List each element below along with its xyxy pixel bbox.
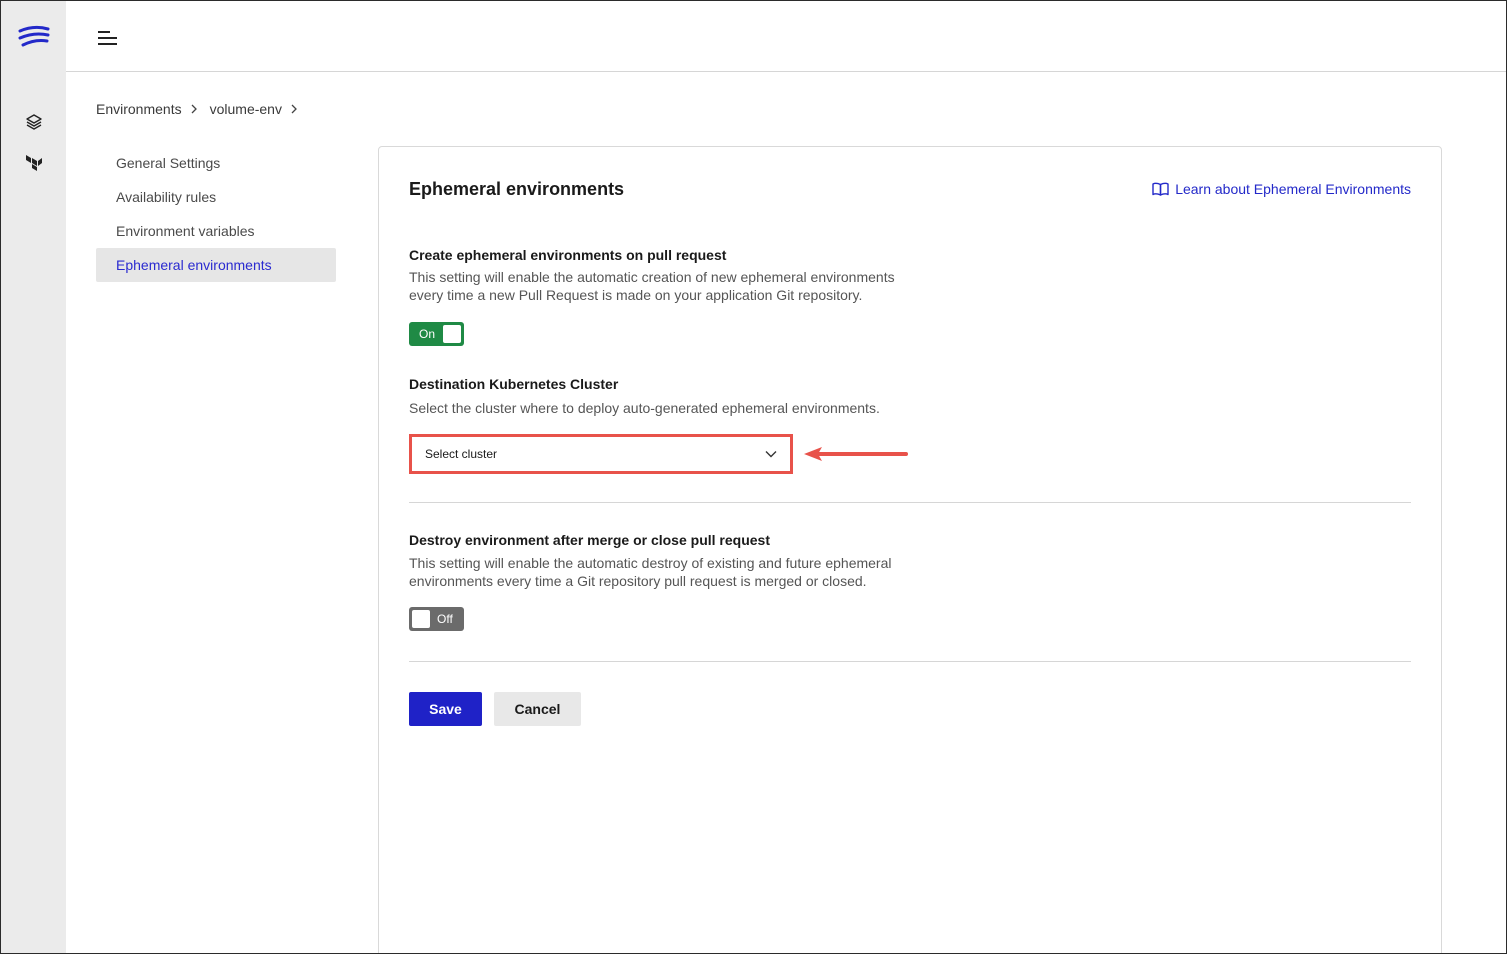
cluster-select-highlight: Select cluster <box>409 434 793 474</box>
create-desc-line-2: every time a new Pull Request is made on… <box>409 287 863 303</box>
destroy-desc-line-1: This setting will enable the automatic d… <box>409 555 892 571</box>
divider <box>409 661 1411 662</box>
nav-item-environment-variables[interactable]: Environment variables <box>96 214 336 248</box>
toggle-knob <box>412 610 430 628</box>
nav-item-availability-rules[interactable]: Availability rules <box>96 180 336 214</box>
terraform-icon[interactable] <box>25 153 43 171</box>
destroy-section-desc: This setting will enable the automatic d… <box>409 554 929 590</box>
create-section-desc: This setting will enable the automatic c… <box>409 268 929 304</box>
layers-icon[interactable] <box>25 113 43 131</box>
chevron-right-icon <box>291 104 297 114</box>
book-icon <box>1152 182 1169 196</box>
nav-item-ephemeral-environments[interactable]: Ephemeral environments <box>96 248 336 282</box>
settings-nav: General Settings Availability rules Envi… <box>96 146 336 282</box>
create-section-title: Create ephemeral environments on pull re… <box>409 247 727 263</box>
create-on-pr-toggle[interactable]: On <box>409 322 464 346</box>
breadcrumb: Environments volume-env <box>96 101 310 117</box>
cluster-section-desc: Select the cluster where to deploy auto-… <box>409 400 880 416</box>
toggle-label: On <box>419 327 436 341</box>
settings-card: Ephemeral environments Learn about Ephem… <box>378 146 1442 953</box>
divider <box>409 502 1411 503</box>
destroy-section-title: Destroy environment after merge or close… <box>409 532 770 548</box>
top-bar <box>66 1 1506 72</box>
chevron-down-icon <box>765 451 777 458</box>
learn-more-link[interactable]: Learn about Ephemeral Environments <box>1152 181 1411 197</box>
toggle-label: Off <box>437 612 453 626</box>
page-title: Ephemeral environments <box>409 179 625 199</box>
cluster-select[interactable]: Select cluster <box>415 440 787 468</box>
create-desc-line-1: This setting will enable the automatic c… <box>409 269 895 285</box>
cluster-select-value: Select cluster <box>425 447 498 461</box>
app-window: Environments volume-env General Settings… <box>0 0 1507 954</box>
breadcrumb-environments[interactable]: Environments <box>96 101 182 117</box>
destroy-on-merge-toggle[interactable]: Off <box>409 607 464 631</box>
annotation-arrow-icon <box>804 447 908 461</box>
learn-more-label: Learn about Ephemeral Environments <box>1175 181 1411 197</box>
cluster-section-title: Destination Kubernetes Cluster <box>409 376 619 392</box>
cancel-button[interactable]: Cancel <box>494 692 581 726</box>
chevron-right-icon <box>191 104 197 114</box>
save-button[interactable]: Save <box>409 692 482 726</box>
destroy-desc-line-2: environments every time a Git repository… <box>409 573 867 589</box>
breadcrumb-volume-env[interactable]: volume-env <box>210 101 282 117</box>
hamburger-menu-icon[interactable] <box>97 29 119 47</box>
nav-item-general-settings[interactable]: General Settings <box>96 146 336 180</box>
left-rail <box>1 1 66 953</box>
brand-logo-icon[interactable] <box>17 23 51 53</box>
toggle-knob <box>443 325 461 343</box>
